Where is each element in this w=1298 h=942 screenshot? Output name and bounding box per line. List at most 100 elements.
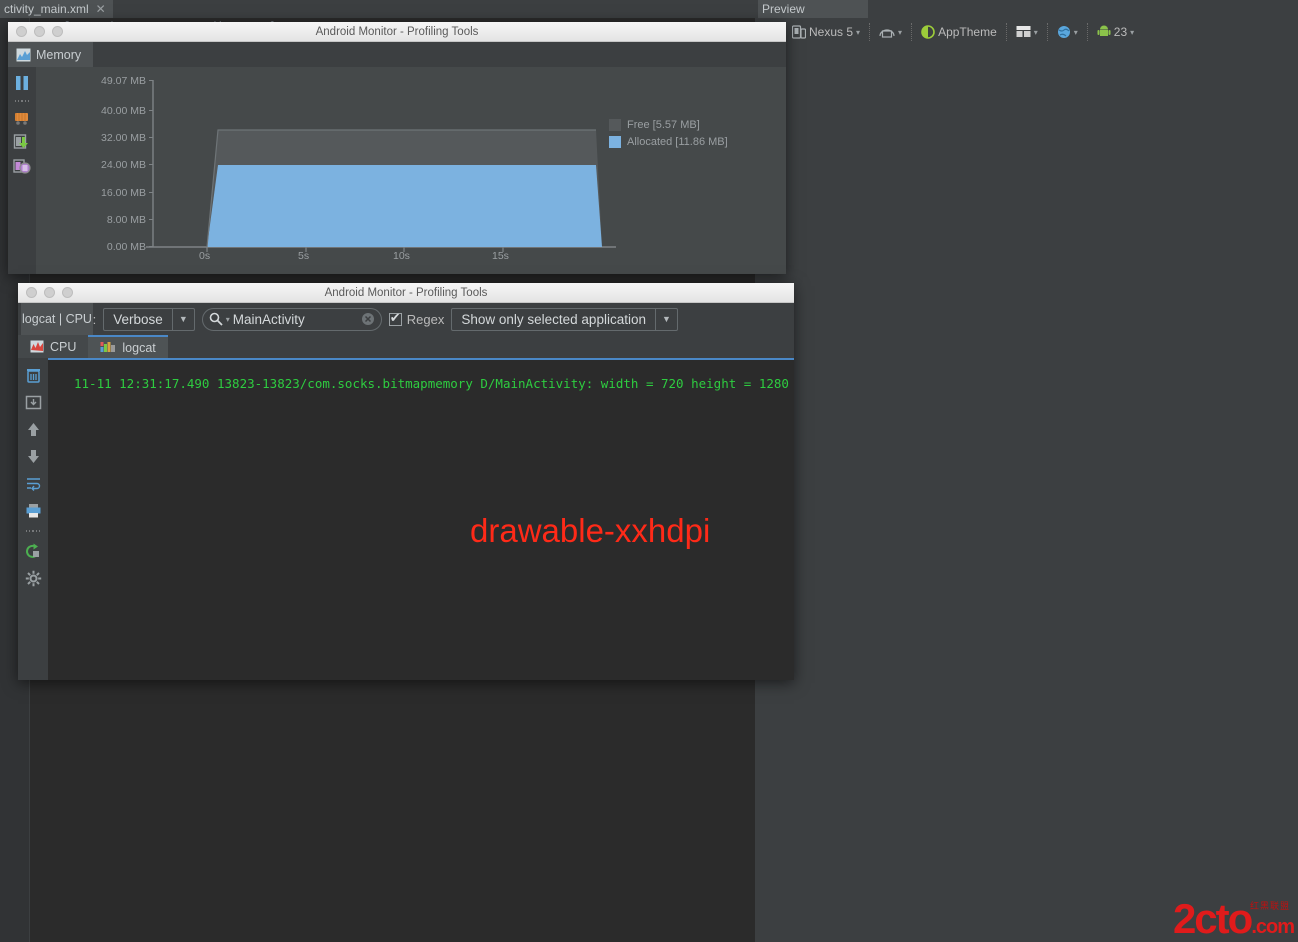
tab-logcat-label: logcat [122, 341, 155, 355]
layout-variant-icon [1016, 25, 1031, 39]
force-gc-button[interactable] [13, 110, 31, 126]
logcat-toolbar: vel: Verbose ▼ ▾ MainActivity Regex [18, 303, 794, 335]
tab-cpu-label: CPU [50, 340, 76, 354]
toolbar-dots-separator [15, 99, 29, 103]
application-filter-select[interactable]: Show only selected application ▼ [451, 308, 678, 331]
window-controls [18, 287, 73, 298]
layout-variant-selector[interactable]: ▾ [1012, 21, 1042, 43]
editor-tab-label: ctivity_main.xml [4, 2, 89, 16]
api-level-label: 23 [1114, 25, 1127, 39]
device-icon [792, 25, 806, 39]
orientation-selector[interactable]: ▾ [875, 21, 906, 43]
android-icon [1097, 25, 1111, 39]
toolbar-separator [1047, 23, 1048, 41]
scroll-down-button[interactable] [25, 448, 42, 465]
globe-icon [1057, 25, 1071, 39]
restart-button[interactable] [25, 543, 42, 560]
orientation-icon [879, 25, 895, 39]
allocation-tracker-button[interactable] [13, 158, 31, 176]
toolbar-separator [1006, 23, 1007, 41]
chart-legend: Free [5.57 MB] Allocated [11.86 MB] [609, 119, 728, 148]
memory-plot [36, 67, 786, 274]
locale-selector[interactable]: ▾ [1053, 21, 1082, 43]
chevron-down-icon: ▾ [1130, 28, 1134, 37]
close-icon[interactable]: ✕ [96, 0, 106, 18]
close-window-button[interactable] [16, 26, 27, 37]
legend-item-allocated: Allocated [11.86 MB] [609, 136, 728, 148]
memory-window-titlebar[interactable]: Android Monitor - Profiling Tools [8, 22, 786, 42]
logcat-search-value: MainActivity [233, 312, 358, 327]
theme-selector[interactable]: AppTheme [917, 21, 1001, 43]
x-axis-tick-label: 15s [492, 250, 509, 262]
device-selector-label: Nexus 5 [809, 25, 853, 39]
maximize-window-button[interactable] [52, 26, 63, 37]
export-button[interactable] [25, 394, 42, 411]
android-monitor-memory-window[interactable]: Android Monitor - Profiling Tools Memory [8, 22, 786, 274]
logcat-window-titlebar[interactable]: Android Monitor - Profiling Tools [18, 283, 794, 303]
soft-wrap-button[interactable] [25, 475, 42, 492]
heap-dump-button[interactable] [13, 133, 31, 151]
logcat-tab-strip: CPU logcat [18, 335, 794, 358]
scroll-up-button[interactable] [25, 421, 42, 438]
memory-tab-strip: Memory [8, 42, 786, 67]
site-watermark: 2cto.com [1173, 898, 1294, 940]
regex-checkbox-box[interactable] [389, 313, 402, 326]
watermark-tld: .com [1251, 916, 1294, 938]
preview-panel-label: Preview [758, 0, 868, 18]
log-entry: 11-11 12:31:17.490 13823-13823/com.socks… [74, 376, 789, 391]
tab-memory[interactable]: Memory [8, 42, 93, 67]
chevron-down-icon: ▾ [1074, 28, 1078, 37]
toolbar-separator [1087, 23, 1088, 41]
logcat-cpu-overlay-tab[interactable]: logcat | CPU [21, 303, 93, 335]
maximize-window-button[interactable] [62, 287, 73, 298]
close-window-button[interactable] [26, 287, 37, 298]
cpu-icon [30, 340, 44, 353]
logcat-search-input[interactable]: ▾ MainActivity [202, 308, 382, 331]
settings-button[interactable] [25, 570, 42, 587]
legend-item-free: Free [5.57 MB] [609, 119, 728, 131]
pause-button[interactable] [13, 74, 31, 92]
legend-swatch [609, 136, 621, 148]
memory-window-title: Android Monitor - Profiling Tools [8, 22, 786, 42]
theme-label: AppTheme [938, 25, 997, 39]
minimize-window-button[interactable] [44, 287, 55, 298]
api-level-selector[interactable]: 23 ▾ [1093, 21, 1138, 43]
theme-circle-icon [921, 25, 935, 39]
legend-label: Free [5.57 MB] [627, 119, 700, 131]
print-button[interactable] [25, 502, 42, 519]
x-axis-tick-label: 5s [298, 250, 309, 262]
toolbar-separator [869, 23, 870, 41]
device-selector[interactable]: Nexus 5 ▾ [788, 21, 864, 43]
search-icon [209, 312, 223, 326]
memory-chart-icon [16, 48, 31, 62]
editor-tab-activity-main-xml[interactable]: ctivity_main.xml ✕ [0, 0, 113, 18]
tab-cpu[interactable]: CPU [18, 335, 88, 358]
log-level-select[interactable]: Verbose ▼ [103, 308, 195, 331]
chevron-down-icon: ▾ [898, 28, 902, 37]
x-axis-tick-label: 0s [199, 250, 210, 262]
clear-logcat-button[interactable] [25, 367, 42, 384]
chevron-down-icon[interactable]: ▼ [172, 309, 194, 330]
chevron-down-icon[interactable]: ▾ [226, 315, 230, 324]
regex-checkbox[interactable]: Regex [389, 312, 445, 327]
application-filter-value: Show only selected application [452, 309, 655, 330]
clear-icon[interactable] [361, 312, 375, 326]
log-level-value: Verbose [104, 309, 172, 330]
logcat-window-title: Android Monitor - Profiling Tools [18, 283, 794, 303]
chevron-down-icon: ▾ [1034, 28, 1038, 37]
legend-swatch [609, 119, 621, 131]
toolbar-dots-separator [26, 529, 40, 533]
minimize-window-button[interactable] [34, 26, 45, 37]
watermark-name: 2cto [1173, 895, 1251, 942]
legend-label: Allocated [11.86 MB] [627, 136, 728, 148]
memory-chart: 49.07 MB 40.00 MB 32.00 MB 24.00 MB 16.0… [36, 67, 786, 274]
android-monitor-logcat-window[interactable]: Android Monitor - Profiling Tools vel: V… [18, 283, 794, 680]
editor-tab-bar: ctivity_main.xml ✕ [0, 0, 755, 18]
x-axis-tick-label: 10s [393, 250, 410, 262]
drawable-density-annotation: drawable-xxhdpi [470, 512, 710, 550]
toolbar-separator [911, 23, 912, 41]
chevron-down-icon[interactable]: ▼ [655, 309, 677, 330]
preview-toolbar: Nexus 5 ▾ ▾ AppTheme ▾ [755, 18, 1298, 46]
chevron-down-icon: ▾ [856, 28, 860, 37]
tab-logcat[interactable]: logcat [88, 335, 167, 358]
